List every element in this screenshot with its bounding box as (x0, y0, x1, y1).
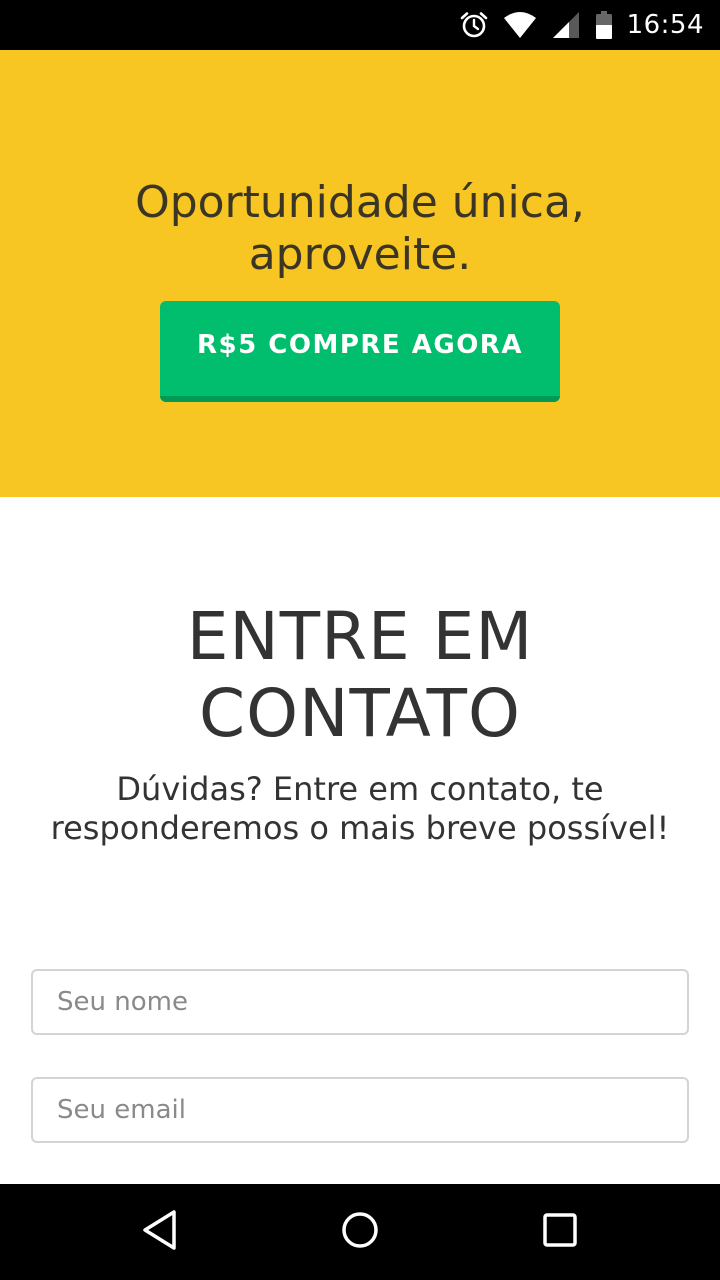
home-icon (340, 1210, 380, 1254)
name-input[interactable] (31, 969, 689, 1035)
promo-section: Oportunidade única, aproveite. R$5 COMPR… (0, 50, 720, 497)
status-time: 16:54 (626, 10, 704, 40)
recent-apps-icon (542, 1212, 578, 1252)
status-icons: 16:54 (459, 0, 704, 50)
home-button[interactable] (320, 1192, 400, 1272)
contact-subtitle: Dúvidas? Entre em contato, te respondere… (50, 770, 670, 847)
buy-now-button[interactable]: R$5 COMPRE AGORA (160, 301, 560, 402)
promo-title: Oportunidade única, aproveite. (135, 177, 585, 280)
back-button[interactable] (120, 1192, 200, 1272)
screen: 16:54 Oportunidade única, aproveite. R$5… (0, 0, 720, 1280)
signal-icon (551, 10, 581, 40)
email-input[interactable] (31, 1077, 689, 1143)
recent-apps-button[interactable] (520, 1192, 600, 1272)
back-icon (140, 1209, 180, 1255)
alarm-icon (459, 10, 489, 40)
status-bar: 16:54 (0, 0, 720, 50)
battery-icon (595, 10, 613, 40)
navigation-bar (0, 1184, 720, 1280)
wifi-icon (503, 11, 537, 39)
contact-title: ENTRE EM CONTATO (186, 598, 534, 752)
